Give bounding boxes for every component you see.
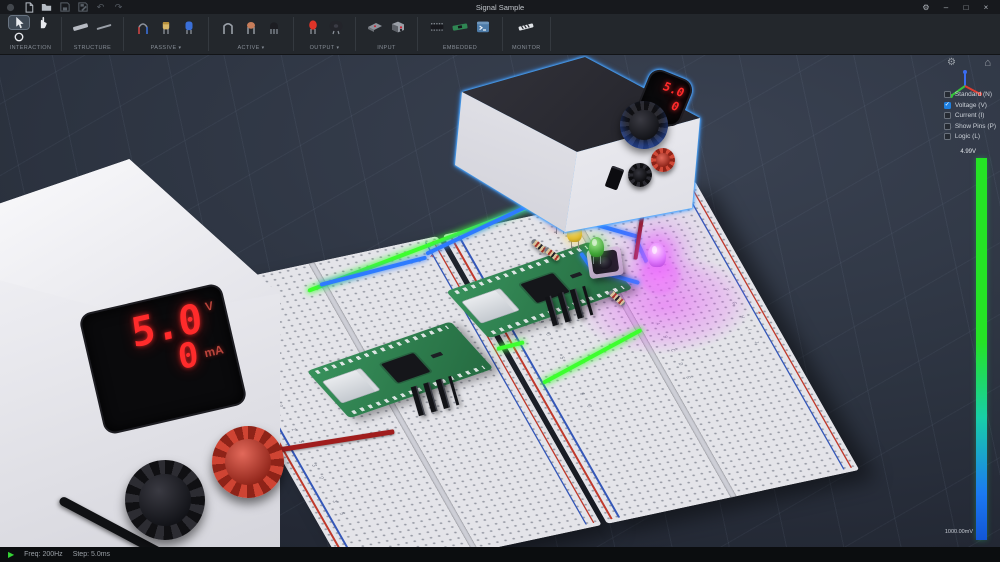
dropdown-caret-icon: ▾ <box>261 45 265 51</box>
checkbox-checked[interactable]: ✓ <box>943 101 951 109</box>
dropdown-caret-icon: ▾ <box>178 45 182 51</box>
toolbar-group-label: OUTPUT ▾ <box>309 45 340 51</box>
toolbar-group-interaction: INTERACTION <box>0 14 61 54</box>
current-readout: 0 <box>668 99 682 115</box>
option-logic[interactable]: Logic (L) <box>943 133 980 141</box>
toolbar-separator <box>549 17 551 51</box>
led-icon[interactable] <box>303 16 323 38</box>
sim-frequency: Freq: 200Hz <box>24 551 63 558</box>
resistor-icon[interactable] <box>156 16 176 38</box>
psu-terminal-black[interactable] <box>125 460 205 540</box>
toolbar-group-structure: STRUCTURE <box>62 14 123 54</box>
usb-connector <box>321 368 381 404</box>
psu-jack-red[interactable] <box>651 148 675 172</box>
terminal-icon[interactable] <box>473 16 493 38</box>
current-unit: mA <box>202 342 225 361</box>
psu-jack-black[interactable] <box>628 163 652 187</box>
voltage-unit: V <box>203 298 215 314</box>
simulation-statusbar: ▶ Freq: 200Hz Step: 5.0ms <box>0 547 1000 562</box>
home-view-icon[interactable]: ⌂ <box>984 57 991 69</box>
sim-step: Step: 5.0ms <box>72 551 111 558</box>
toolbar-group-monitor: MONITOR <box>503 14 550 54</box>
logic-analyzer-icon[interactable] <box>516 16 536 38</box>
checkbox[interactable] <box>943 122 951 130</box>
view-options-panel: ⚙ ⌂ Standard (N) ✓ Voltage (V) Current (… <box>930 55 1000 547</box>
option-voltage[interactable]: ✓ Voltage (V) <box>943 101 987 109</box>
minimize-button[interactable]: – <box>938 1 954 13</box>
buzzer-icon[interactable] <box>326 16 346 38</box>
option-standard[interactable]: Standard (N) <box>943 91 992 98</box>
option-show-pins[interactable]: Show Pins (P) <box>943 122 996 130</box>
dropdown-caret-icon: ▾ <box>336 45 340 51</box>
jack-cap <box>632 167 648 183</box>
toolbar-group-label: MONITOR <box>512 45 541 51</box>
hand-tool-button[interactable] <box>32 16 52 29</box>
usb-connector <box>461 288 520 324</box>
transistor-icon[interactable] <box>264 16 284 38</box>
smd-component <box>569 271 583 279</box>
mcu-chip <box>380 352 431 383</box>
toolbar-group-label: EMBEDDED <box>442 45 478 51</box>
jack-cap <box>655 152 671 168</box>
toolbar-group-passive: PASSIVE ▾ <box>124 14 208 54</box>
toolbar-group-label: INPUT <box>377 45 396 51</box>
voltage-readout: 5.0 <box>660 79 688 101</box>
diode-icon[interactable] <box>241 16 261 38</box>
smd-component <box>430 351 444 359</box>
inductor-icon[interactable] <box>133 16 153 38</box>
dip-ic-icon[interactable] <box>427 16 447 38</box>
settings-gear-icon[interactable]: ⚙ <box>918 1 934 13</box>
toolbar-group-label: PASSIVE ▾ <box>150 45 182 51</box>
toolbar-group-label: ACTIVE ▾ <box>237 45 265 51</box>
checkbox[interactable] <box>943 133 951 141</box>
voltage-scale-gradient <box>976 158 987 540</box>
keypad-module-icon[interactable] <box>365 16 385 38</box>
plus-mark: + <box>428 253 436 260</box>
power-supply-right-selected[interactable]: 5.0 0 <box>450 55 712 249</box>
option-current[interactable]: Current (I) <box>943 112 984 120</box>
play-icon[interactable]: ▶ <box>8 550 14 559</box>
jumper-icon[interactable] <box>218 16 238 38</box>
mcu-board-icon[interactable] <box>450 16 470 38</box>
knob-cap <box>224 438 272 486</box>
toolbar-group-input: INPUT <box>356 14 417 54</box>
power-supply-icon[interactable] <box>388 16 408 38</box>
toolbar-group-label: STRUCTURE <box>73 45 112 51</box>
titlebar: ↶ ↷ Signal Sample ⚙ – □ × <box>0 0 1000 14</box>
voltage-scale-min: 1000.00mV <box>944 529 973 535</box>
probe-circle-tool-button[interactable] <box>9 30 29 43</box>
toolbar-group-active: ACTIVE ▾ <box>209 14 293 54</box>
app-window: ↶ ↷ Signal Sample ⚙ – □ × INTERACTION ST… <box>0 0 1000 562</box>
window-controls: ⚙ – □ × <box>918 1 1000 13</box>
voltage-scale-max: 4.99V <box>960 149 976 155</box>
toolbar-group-output: OUTPUT ▾ <box>294 14 355 54</box>
scene-settings-gear-icon[interactable]: ⚙ <box>947 57 956 68</box>
cursor-tool-button[interactable] <box>8 15 30 30</box>
knob-cap <box>628 109 660 141</box>
scene-viewport[interactable]: 15 20 25 30 35 + − 45 50 55 60 A B C D E… <box>0 55 1000 547</box>
psu-knob[interactable] <box>620 101 668 149</box>
close-button[interactable]: × <box>978 1 994 13</box>
wire-stick-icon[interactable] <box>94 16 114 38</box>
psu-terminal-red[interactable] <box>212 426 284 498</box>
checkbox[interactable] <box>943 91 951 98</box>
toolbar-group-label: INTERACTION <box>9 45 52 51</box>
window-title: Signal Sample <box>475 2 525 12</box>
checkbox[interactable] <box>943 112 951 120</box>
component-toolbar: INTERACTION STRUCTURE PASSIVE ▾ ACTIVE ▾… <box>0 14 1000 55</box>
breadboard-stick-icon[interactable] <box>71 16 91 38</box>
toolbar-group-embedded: EMBEDDED <box>418 14 502 54</box>
view-mode-options: Standard (N) ✓ Voltage (V) Current (I) S… <box>943 91 996 141</box>
knob-cap <box>139 474 191 526</box>
capacitor-icon[interactable] <box>179 16 199 38</box>
maximize-button[interactable]: □ <box>958 1 974 13</box>
